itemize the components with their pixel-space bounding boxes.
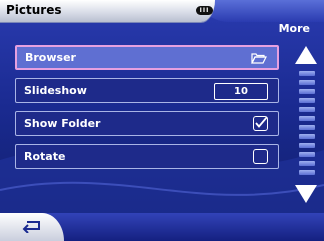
- title-bar: Pictures: [0, 0, 215, 22]
- menu-item-slideshow[interactable]: Slideshow 10: [15, 78, 279, 103]
- scroll-tick: [299, 80, 315, 85]
- menu-item-rotate[interactable]: Rotate: [15, 144, 279, 169]
- screen: Pictures III More Browser Slideshow 10 S…: [0, 0, 324, 241]
- header-swoop: [200, 0, 324, 22]
- back-arrow-icon: [22, 221, 40, 233]
- checkmark-icon: [255, 116, 268, 128]
- battery-indicator: III: [196, 6, 213, 15]
- scroll-tick: [299, 152, 315, 157]
- scroll-tick: [299, 134, 315, 139]
- scroll-tick: [299, 125, 315, 130]
- slideshow-value-field[interactable]: 10: [214, 83, 268, 100]
- menu-item-label: Rotate: [24, 150, 66, 163]
- scroll-tick: [299, 143, 315, 148]
- more-button[interactable]: More: [279, 22, 310, 35]
- menu-item-label: Browser: [25, 51, 76, 64]
- scroll-tick: [299, 116, 315, 121]
- menu-item-label: Slideshow: [24, 84, 87, 97]
- scroll-tick: [299, 98, 315, 103]
- show-folder-checkbox[interactable]: [253, 116, 268, 131]
- down-arrow-icon[interactable]: [293, 183, 319, 205]
- page-title: Pictures: [6, 3, 62, 17]
- scrollbar-track[interactable]: [299, 71, 315, 177]
- menu-item-label: Show Folder: [24, 117, 101, 130]
- scroll-tick: [299, 71, 315, 76]
- back-button[interactable]: [0, 213, 64, 241]
- scroll-tick: [299, 107, 315, 112]
- menu-item-browser[interactable]: Browser: [15, 45, 279, 70]
- scroll-tick: [299, 89, 315, 94]
- menu-item-show-folder[interactable]: Show Folder: [15, 111, 279, 136]
- scroll-tick: [299, 161, 315, 166]
- folder-open-icon: [251, 53, 267, 64]
- scroll-tick: [299, 170, 315, 175]
- rotate-checkbox[interactable]: [253, 149, 268, 164]
- up-arrow-icon[interactable]: [293, 44, 319, 66]
